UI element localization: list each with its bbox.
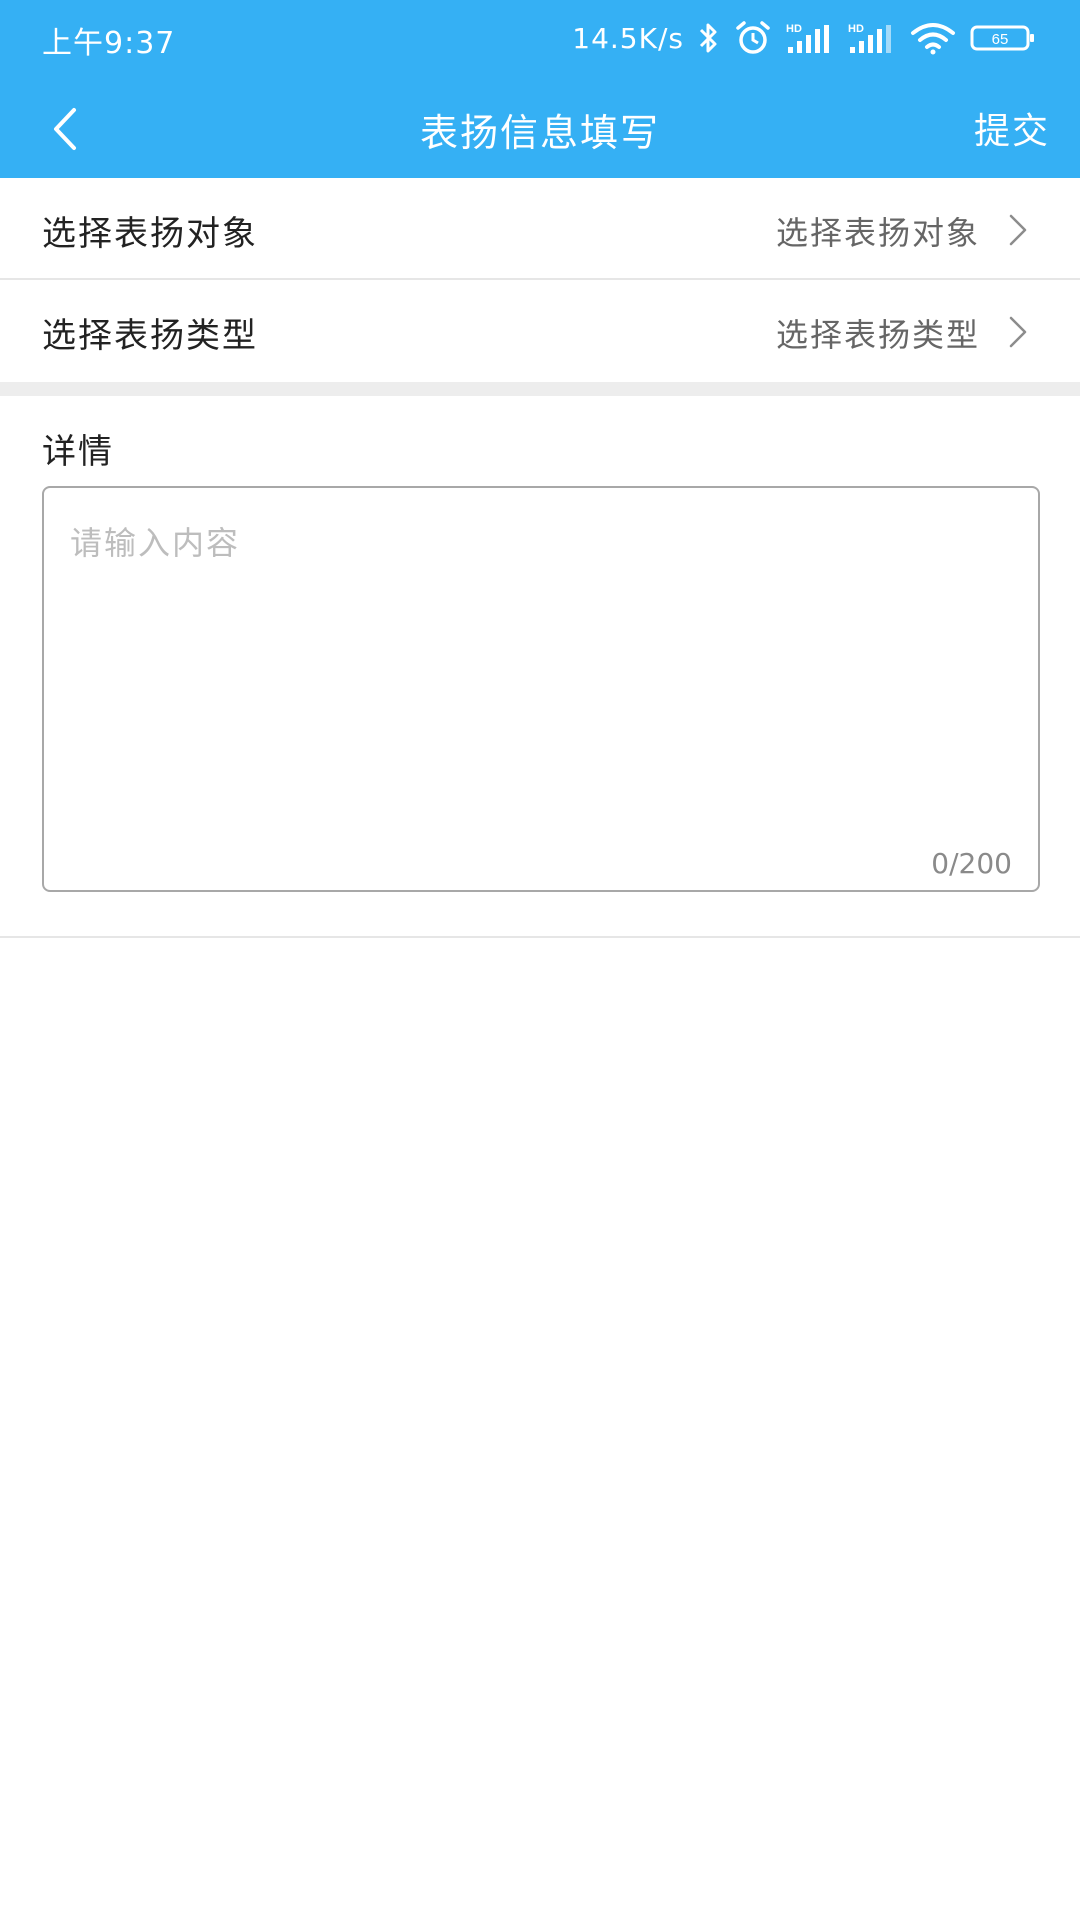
details-box: 0/200 <box>42 486 1040 892</box>
row-value: 选择表扬对象 <box>775 214 980 252</box>
page-title: 表扬信息填写 <box>419 111 660 155</box>
wifi-icon <box>910 21 956 55</box>
svg-text:HD: HD <box>786 23 802 35</box>
nav-bar: 表扬信息填写 提交 <box>0 80 1080 178</box>
alarm-icon <box>734 20 772 56</box>
header: 上午9:37 14.5K/s HD HD 65 表扬信息填写 提交 <box>0 0 1080 178</box>
chevron-right-icon <box>1004 210 1032 250</box>
battery-level: 65 <box>992 31 1009 48</box>
network-speed: 14.5K/s <box>572 21 684 55</box>
select-commend-type-row[interactable]: 选择表扬类型 选择表扬类型 <box>0 280 1080 382</box>
details-input[interactable] <box>44 488 1038 890</box>
chevron-right-icon <box>1004 312 1032 352</box>
row-label: 选择表扬对象 <box>42 214 258 254</box>
row-label: 选择表扬类型 <box>42 316 258 356</box>
char-counter: 0/200 <box>931 847 1012 880</box>
status-icons: 14.5K/s HD HD 65 <box>572 16 1036 60</box>
details-label: 详情 <box>42 432 114 472</box>
signal-hd-icon: HD <box>786 21 834 55</box>
row-value: 选择表扬类型 <box>775 316 980 354</box>
section-divider <box>0 382 1080 396</box>
status-bar: 上午9:37 14.5K/s HD HD 65 <box>0 0 1080 80</box>
signal-hd-icon: HD <box>848 21 896 55</box>
status-time: 上午9:37 <box>42 26 176 61</box>
select-commend-target-row[interactable]: 选择表扬对象 选择表扬对象 <box>0 178 1080 280</box>
app-root: 上午9:37 14.5K/s HD HD 65 表扬信息填写 提交 选择表扬对象… <box>0 0 1080 1920</box>
divider <box>0 936 1080 938</box>
battery-icon: 65 <box>970 23 1036 53</box>
submit-button[interactable]: 提交 <box>974 102 1050 154</box>
svg-text:HD: HD <box>848 23 864 35</box>
bluetooth-icon <box>698 21 720 55</box>
